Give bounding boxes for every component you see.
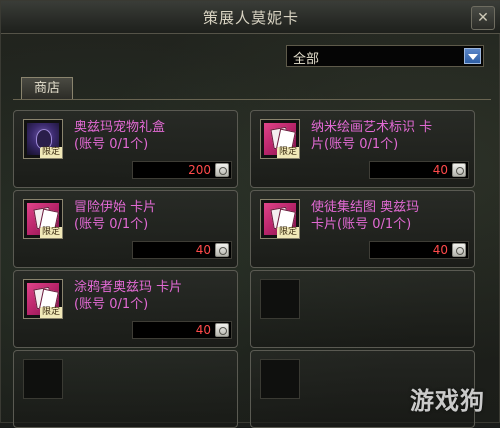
currency-icon — [452, 163, 466, 177]
item-name: 冒险伊始 卡片 — [74, 200, 157, 215]
limited-badge: 限定 — [276, 227, 299, 238]
item-price: 40 — [432, 243, 448, 257]
chevron-down-icon[interactable] — [464, 48, 481, 64]
item-price: 40 — [432, 163, 448, 177]
price-bar: 40 — [369, 241, 469, 259]
category-filter-value: 全部 — [293, 52, 320, 67]
title-bar[interactable]: 策展人莫妮卡 ✕ — [1, 1, 500, 34]
empty-item-slot — [13, 350, 238, 428]
price-bar: 40 — [132, 321, 232, 339]
tab-shop[interactable]: 商店 — [21, 77, 73, 99]
item-name: 涂鸦者奥兹玛 卡片 — [74, 280, 183, 295]
price-bar: 200 — [132, 161, 232, 179]
close-icon: ✕ — [477, 10, 489, 26]
item-name: 使徒集结图 奥兹玛 — [311, 200, 420, 215]
window-title: 策展人莫妮卡 — [202, 9, 299, 27]
item-limit: 卡片(账号 0/1个) — [311, 217, 412, 232]
shop-item-slot[interactable]: 限定 冒险伊始 卡片 (账号 0/1个) 40 — [13, 190, 238, 268]
shop-panel: 限定 奥兹玛宠物礼盒 (账号 0/1个) 200 限定 纳米绘画艺术标识 卡 片… — [13, 99, 491, 428]
shop-window: 策展人莫妮卡 ✕ 全部 商店 限定 奥兹玛宠物礼盒 (账号 0/1个) 200 … — [0, 0, 500, 428]
item-limit: 片(账号 0/1个) — [311, 137, 399, 152]
item-icon[interactable]: 限定 — [23, 119, 63, 159]
close-button[interactable]: ✕ — [471, 6, 495, 30]
watermark-logo: 游戏狗 — [410, 387, 485, 415]
item-price: 200 — [188, 163, 211, 177]
shop-item-slot[interactable]: 限定 使徒集结图 奥兹玛 卡片(账号 0/1个) 40 — [250, 190, 475, 268]
shop-item-slot[interactable]: 限定 涂鸦者奥兹玛 卡片 (账号 0/1个) 40 — [13, 270, 238, 348]
currency-icon — [215, 163, 229, 177]
limited-badge: 限定 — [276, 147, 299, 158]
shop-item-slot[interactable]: 限定 奥兹玛宠物礼盒 (账号 0/1个) 200 — [13, 110, 238, 188]
empty-icon-slot — [260, 359, 300, 399]
currency-icon — [215, 323, 229, 337]
limited-badge: 限定 — [39, 227, 62, 238]
currency-icon — [452, 243, 466, 257]
item-icon[interactable]: 限定 — [23, 279, 63, 319]
item-price: 40 — [195, 323, 211, 337]
limited-badge: 限定 — [39, 147, 62, 158]
limited-badge: 限定 — [39, 307, 62, 318]
price-bar: 40 — [132, 241, 232, 259]
currency-icon — [215, 243, 229, 257]
item-icon[interactable]: 限定 — [23, 199, 63, 239]
item-name: 奥兹玛宠物礼盒 — [74, 120, 166, 135]
item-name: 纳米绘画艺术标识 卡 — [311, 120, 433, 135]
category-filter-dropdown[interactable]: 全部 — [286, 45, 484, 67]
empty-icon-slot — [260, 279, 300, 319]
item-icon[interactable]: 限定 — [260, 119, 300, 159]
item-icon[interactable]: 限定 — [260, 199, 300, 239]
item-price: 40 — [195, 243, 211, 257]
item-limit: (账号 0/1个) — [74, 217, 149, 232]
item-limit: (账号 0/1个) — [74, 297, 149, 312]
price-bar: 40 — [369, 161, 469, 179]
empty-item-slot — [250, 270, 475, 348]
item-limit: (账号 0/1个) — [74, 137, 149, 152]
shop-item-slot[interactable]: 限定 纳米绘画艺术标识 卡 片(账号 0/1个) 40 — [250, 110, 475, 188]
empty-icon-slot — [23, 359, 63, 399]
